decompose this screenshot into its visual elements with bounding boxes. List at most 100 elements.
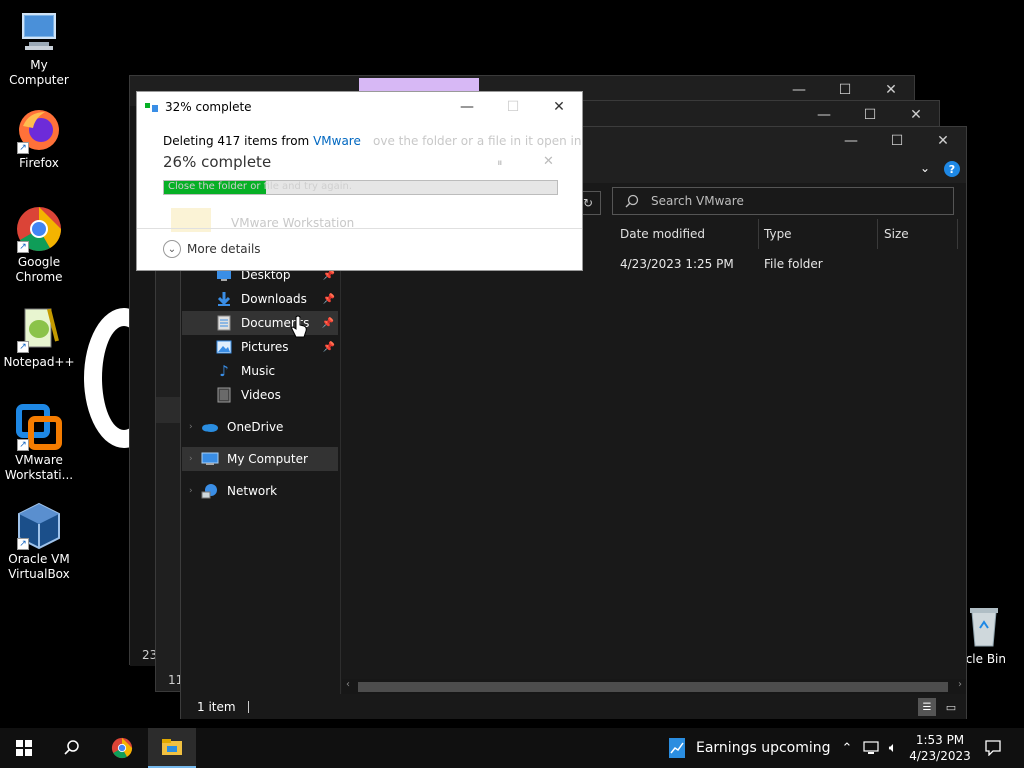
pin-icon[interactable]: 📌 bbox=[322, 318, 334, 329]
maximize-icon[interactable]: ☐ bbox=[874, 127, 920, 155]
news-widget[interactable]: Earnings upcoming bbox=[668, 728, 838, 768]
status-divider bbox=[247, 701, 249, 713]
music-icon: ♪ bbox=[219, 362, 229, 380]
pin-icon[interactable]: 📌 bbox=[323, 270, 335, 281]
minimize-icon[interactable]: — bbox=[444, 92, 490, 122]
desktop-icon-label: Google Chrome bbox=[15, 255, 63, 284]
nav-item-downloads[interactable]: Downloads 📌 bbox=[215, 287, 339, 311]
scroll-right-icon[interactable]: › bbox=[958, 679, 962, 690]
dialog-caption-buttons: — ☐ ✕ bbox=[444, 92, 582, 122]
shortcut-arrow-icon: ↗ bbox=[17, 341, 29, 353]
search-input[interactable]: Search VMware bbox=[612, 187, 954, 215]
dialog-divider bbox=[137, 228, 582, 229]
shortcut-arrow-icon: ↗ bbox=[17, 439, 29, 451]
nav-item-pictures[interactable]: Pictures 📌 bbox=[215, 335, 339, 359]
date-modified-cell: 4/23/2023 1:25 PM bbox=[620, 257, 734, 271]
stock-news-icon bbox=[669, 738, 685, 758]
column-label: Size bbox=[884, 227, 909, 241]
desktop-icon-label: Oracle VM VirtualBox bbox=[8, 552, 70, 581]
delete-progress-dialog[interactable]: 32% complete — ☐ ✕ Deleting 417 items fr… bbox=[136, 91, 583, 271]
search-button[interactable] bbox=[48, 728, 96, 768]
horizontal-scrollbar[interactable]: ‹ › bbox=[342, 679, 966, 694]
desktop-icon-notepadpp[interactable]: ↗ Notepad++ bbox=[0, 305, 78, 370]
source-folder-link[interactable]: VMware bbox=[313, 134, 361, 148]
column-header-size[interactable]: Size bbox=[878, 219, 958, 249]
network-status-icon[interactable] bbox=[860, 728, 882, 768]
notification-icon bbox=[985, 740, 1001, 756]
network-icon bbox=[201, 483, 219, 499]
nav-item-videos[interactable]: Videos bbox=[215, 383, 339, 407]
clock-time: 1:53 PM bbox=[915, 733, 965, 747]
chrome-icon: ↗ bbox=[15, 205, 63, 253]
scrollbar-thumb[interactable] bbox=[358, 682, 948, 692]
more-details-button[interactable]: ⌄ More details bbox=[163, 240, 261, 258]
status-bar: 1 item ☰ ▭ bbox=[181, 695, 966, 719]
deleting-text: Deleting 417 items from bbox=[163, 134, 314, 148]
faded-bar-message: Close the folder or file and try again. bbox=[168, 181, 353, 192]
taskbar-file-explorer[interactable] bbox=[148, 728, 196, 768]
computer-icon bbox=[201, 451, 219, 467]
search-placeholder: Search VMware bbox=[651, 194, 744, 208]
close-icon[interactable]: ✕ bbox=[536, 92, 582, 122]
notification-center-button[interactable] bbox=[976, 728, 1010, 768]
start-button[interactable] bbox=[0, 728, 48, 768]
expand-ribbon-icon[interactable]: ⌄ bbox=[920, 161, 930, 175]
large-icons-view-icon[interactable]: ▭ bbox=[942, 698, 960, 716]
expand-chevron-icon[interactable]: › bbox=[189, 486, 201, 496]
clock[interactable]: 1:53 PM 4/23/2023 bbox=[906, 728, 974, 768]
desktop-icon-vmware[interactable]: ↗ VMware Workstati... bbox=[0, 403, 78, 483]
desktop-icon-chrome[interactable]: ↗ Google Chrome bbox=[0, 205, 78, 285]
desktop-icon-label: Notepad++ bbox=[3, 355, 75, 369]
more-details-label: More details bbox=[187, 242, 261, 256]
nav-item-onedrive[interactable]: › OneDrive bbox=[189, 415, 339, 439]
cancel-icon[interactable]: ✕ bbox=[543, 154, 554, 169]
downloads-icon bbox=[215, 291, 233, 307]
computer-icon bbox=[15, 8, 63, 56]
pause-icon[interactable]: ⏸ bbox=[497, 156, 503, 170]
column-header-date-modified[interactable]: Date modified bbox=[614, 219, 759, 249]
expand-chevron-icon[interactable]: › bbox=[189, 422, 201, 432]
desktop-icon-label: My Computer bbox=[9, 58, 69, 87]
minimize-icon[interactable]: — bbox=[801, 101, 847, 129]
column-header-type[interactable]: Type bbox=[758, 219, 878, 249]
file-list: Date modified Type Size 4/23/2023 1:25 P… bbox=[342, 219, 966, 694]
scroll-left-icon[interactable]: ‹ bbox=[346, 679, 350, 690]
nav-item-label: Downloads bbox=[241, 292, 307, 306]
nav-item-network[interactable]: › Network bbox=[189, 479, 339, 503]
faded-message: ove the folder or a file in it open in bbox=[373, 134, 582, 148]
maximize-icon: ☐ bbox=[506, 99, 520, 115]
window-caption-buttons: — ☐ ✕ bbox=[801, 101, 939, 129]
maximize-icon[interactable]: ☐ bbox=[847, 101, 893, 129]
progress-bar: Close the folder or file and try again. bbox=[163, 180, 558, 195]
desktop-icon-virtualbox[interactable]: ↗ Oracle VM VirtualBox bbox=[0, 502, 78, 582]
details-view-icon[interactable]: ☰ bbox=[918, 698, 936, 716]
navigation-pane: Desktop 📌 Downloads 📌 Documents 📌 Pictur… bbox=[181, 219, 341, 694]
pin-icon[interactable]: 📌 bbox=[323, 342, 335, 353]
minimize-icon[interactable]: — bbox=[828, 127, 874, 155]
taskbar-chrome[interactable] bbox=[98, 728, 146, 768]
desktop: My Computer ↗ Firefox ↗ Google Chrome ↗ … bbox=[0, 0, 1024, 728]
expand-chevron-icon[interactable]: › bbox=[189, 454, 201, 464]
news-widget-label: Earnings upcoming bbox=[696, 740, 831, 756]
nav-item-my-computer[interactable]: › My Computer bbox=[182, 447, 338, 471]
taskbar: Earnings upcoming ⌃ 🔈︎ 1:53 PM 4/23/2023 bbox=[0, 728, 1024, 768]
type-cell: File folder bbox=[764, 257, 823, 271]
desktop-icon-my-computer[interactable]: My Computer bbox=[0, 8, 78, 88]
close-icon[interactable]: ✕ bbox=[920, 127, 966, 155]
notepadpp-icon: ↗ bbox=[15, 305, 63, 353]
pictures-icon bbox=[215, 339, 233, 355]
volume-icon[interactable]: 🔈︎ bbox=[882, 728, 904, 768]
firefox-icon: ↗ bbox=[15, 106, 63, 154]
desktop-icon-label: VMware Workstati... bbox=[4, 453, 74, 482]
show-hidden-icons-icon[interactable]: ⌃ bbox=[838, 728, 856, 768]
desktop-icon-firefox[interactable]: ↗ Firefox bbox=[0, 106, 78, 171]
windows-logo-icon bbox=[16, 740, 32, 756]
nav-item-music[interactable]: ♪ Music bbox=[215, 359, 339, 383]
nav-item-documents[interactable]: Documents 📌 bbox=[182, 311, 338, 335]
chrome-icon bbox=[111, 737, 133, 759]
close-icon[interactable]: ✕ bbox=[893, 101, 939, 129]
nav-item-label: Network bbox=[227, 484, 278, 498]
window-caption-buttons: — ☐ ✕ bbox=[828, 127, 966, 157]
help-icon[interactable]: ? bbox=[944, 161, 960, 177]
pin-icon[interactable]: 📌 bbox=[323, 294, 335, 305]
